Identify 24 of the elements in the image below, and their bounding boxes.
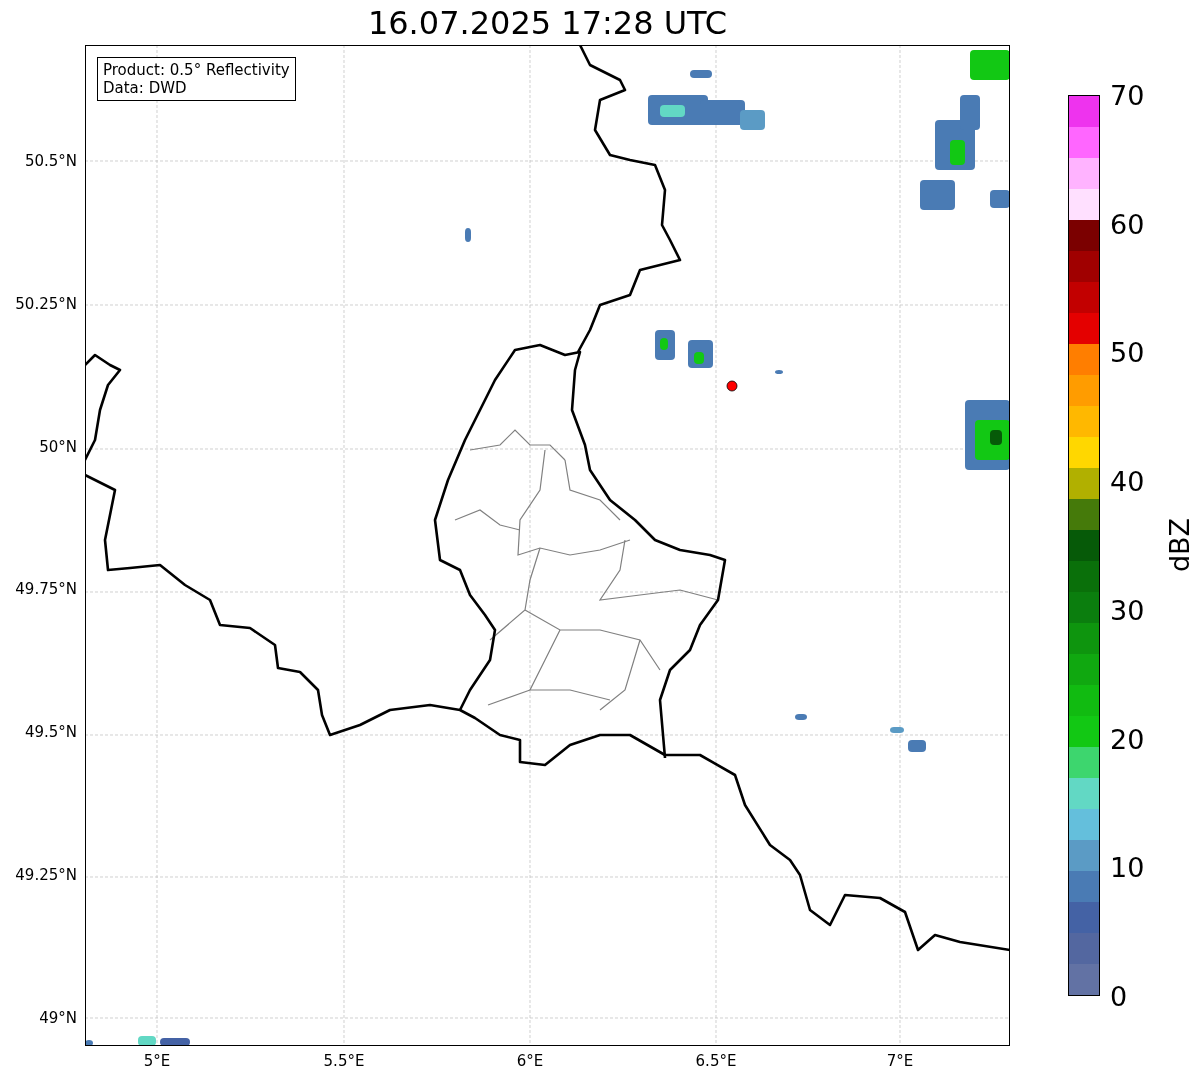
longitude-tick-label: 5°E	[143, 1052, 171, 1070]
colorbar-tick-label: 60	[1110, 208, 1145, 240]
colorbar-tick-label: 30	[1110, 594, 1145, 626]
latitude-tick-label: 49.5°N	[24, 723, 77, 742]
colorbar-tick-label: 10	[1110, 851, 1145, 883]
latitude-tick-label: 49.75°N	[15, 580, 77, 599]
longitude-tick-label: 6°E	[516, 1052, 544, 1070]
colorbar-label: dBZ	[1164, 517, 1195, 573]
chart-title: 16.07.2025 17:28 UTC	[366, 2, 729, 44]
latitude-tick-label: 50.5°N	[24, 152, 77, 170]
colorbar-tick-label: 50	[1110, 336, 1145, 368]
legend-text: Product: 0.5° Reflectivity	[103, 61, 290, 79]
legend-text: Data: DWD	[103, 79, 188, 97]
latitude-tick-label: 49.25°N	[15, 866, 77, 884]
latitude-tick-label: 49°N	[39, 1008, 77, 1027]
colorbar-tick-label: 40	[1110, 465, 1145, 497]
colorbar-tick-label: 70	[1110, 79, 1145, 111]
colorbar-tick-label: 0	[1110, 980, 1128, 1012]
latitude-tick-label: 50.25°N	[15, 294, 77, 313]
longitude-tick-label: 5.5°E	[323, 1052, 365, 1070]
longitude-tick-label: 6.5°E	[695, 1052, 737, 1070]
colorbar-tick-label: 20	[1110, 723, 1145, 755]
longitude-tick-label: 7°E	[886, 1052, 914, 1070]
latitude-tick-label: 50°N	[39, 437, 77, 456]
